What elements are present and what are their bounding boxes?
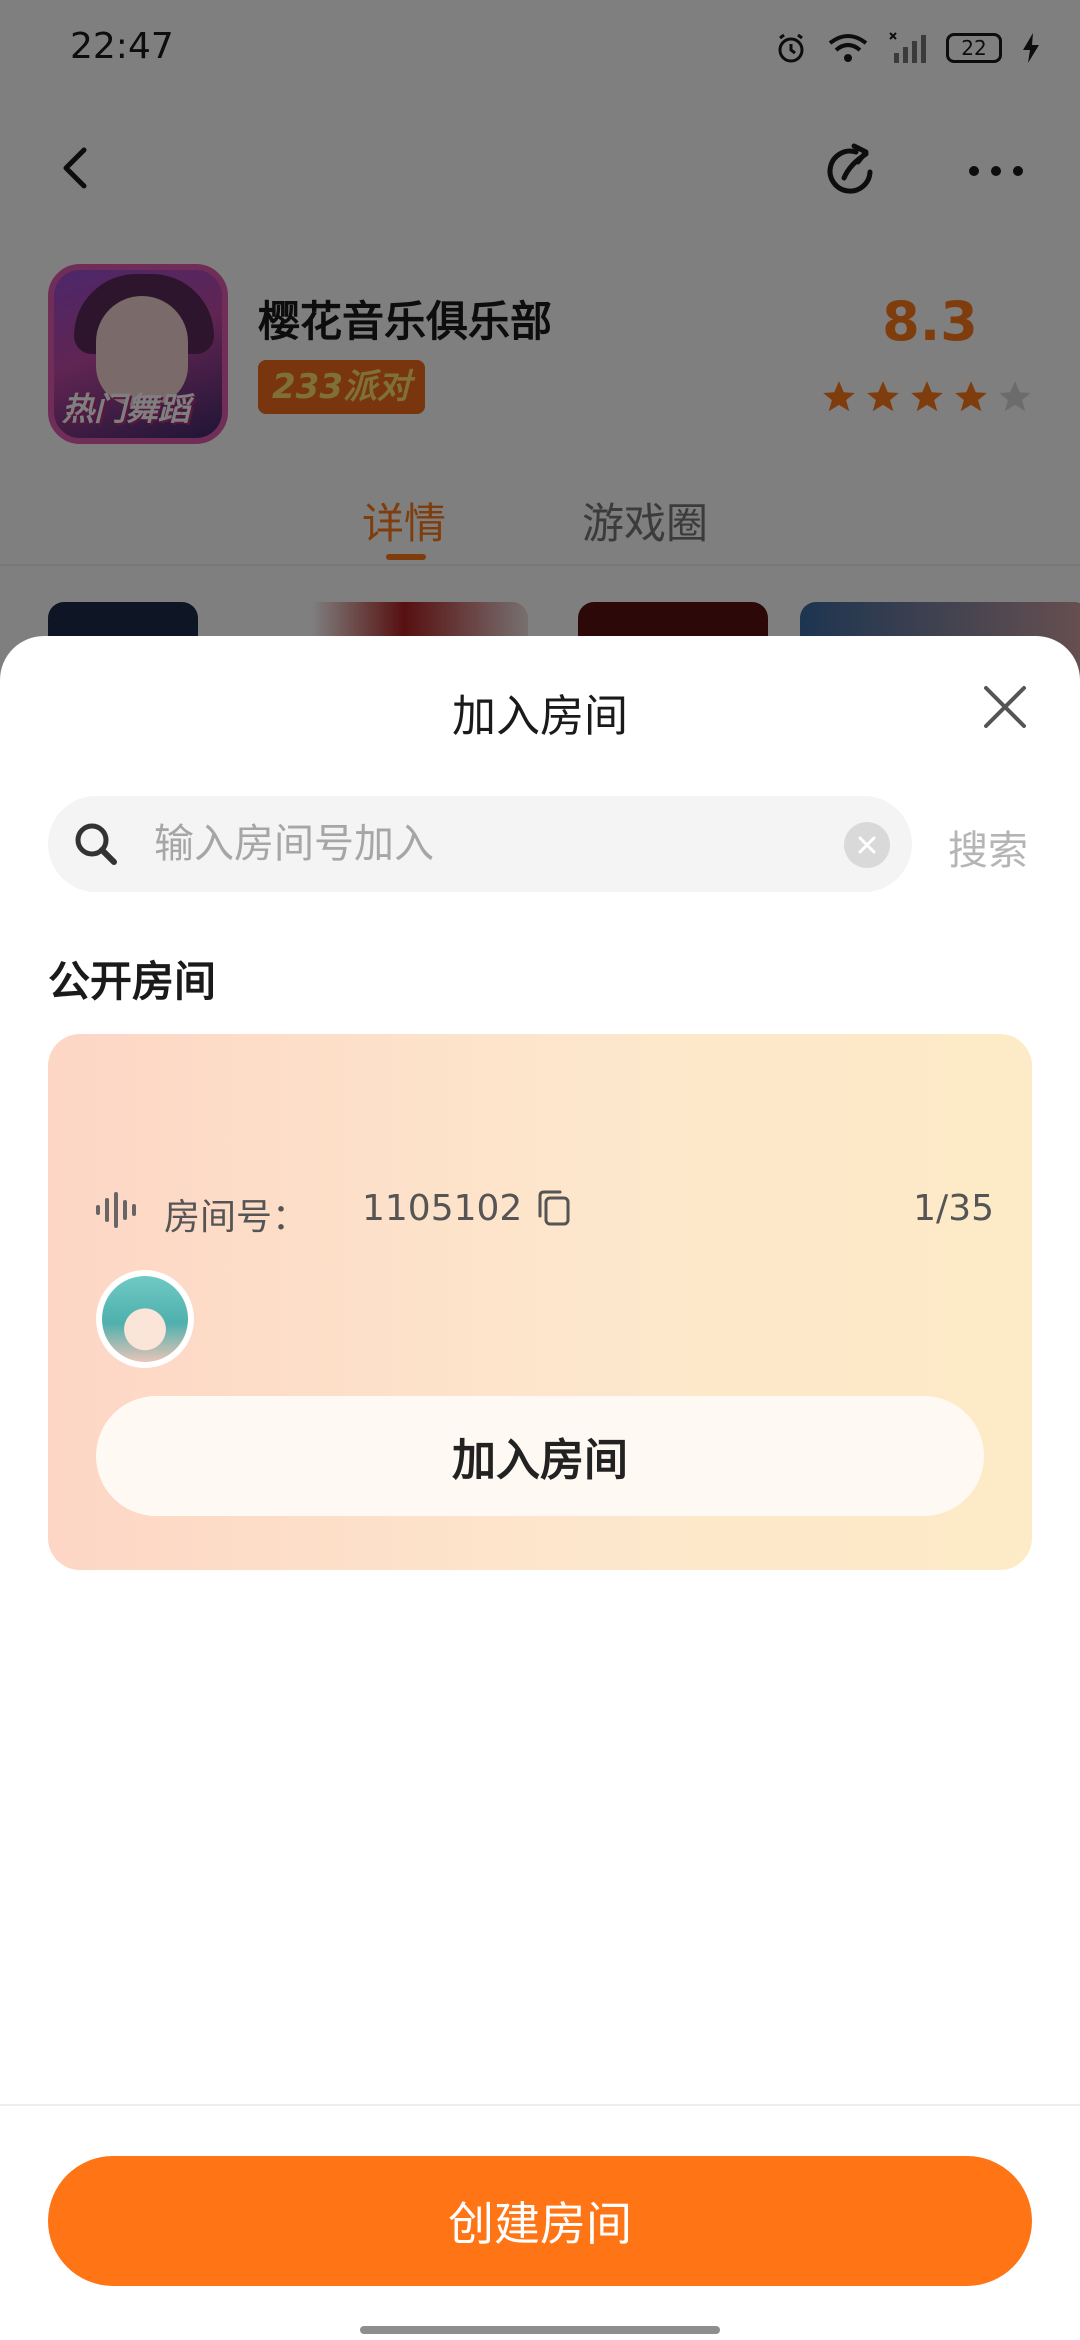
sheet-title: 加入房间: [452, 691, 628, 742]
search-icon: [75, 823, 117, 865]
public-rooms-title: 公开房间: [48, 957, 217, 1006]
voice-icon: [96, 1192, 136, 1228]
copy-icon[interactable]: [534, 1188, 574, 1232]
search-box: [48, 796, 912, 892]
room-number: 1105102: [362, 1188, 523, 1229]
clear-icon[interactable]: [844, 822, 890, 868]
room-card[interactable]: 房间号： 1105102 1/35 加入房间: [48, 1034, 1032, 1570]
search-button[interactable]: 搜索: [948, 818, 1028, 876]
room-number-label: 房间号：: [164, 1197, 309, 1238]
member-avatar[interactable]: [96, 1270, 194, 1368]
avatar-image: [102, 1276, 188, 1362]
home-indicator[interactable]: [360, 2326, 720, 2334]
bottom-divider: [0, 2104, 1080, 2106]
room-member-count: 1/35: [913, 1188, 994, 1229]
close-icon[interactable]: [978, 680, 1032, 734]
room-info-row: 房间号： 1105102 1/35: [94, 1184, 994, 1240]
join-room-button[interactable]: 加入房间: [96, 1396, 984, 1516]
room-number-input[interactable]: [154, 796, 854, 892]
create-room-button[interactable]: 创建房间: [48, 2156, 1032, 2286]
join-room-sheet: 加入房间 搜索 公开房间 房间号： 1105102 1/35 加入房间 创建房间: [0, 636, 1080, 2340]
